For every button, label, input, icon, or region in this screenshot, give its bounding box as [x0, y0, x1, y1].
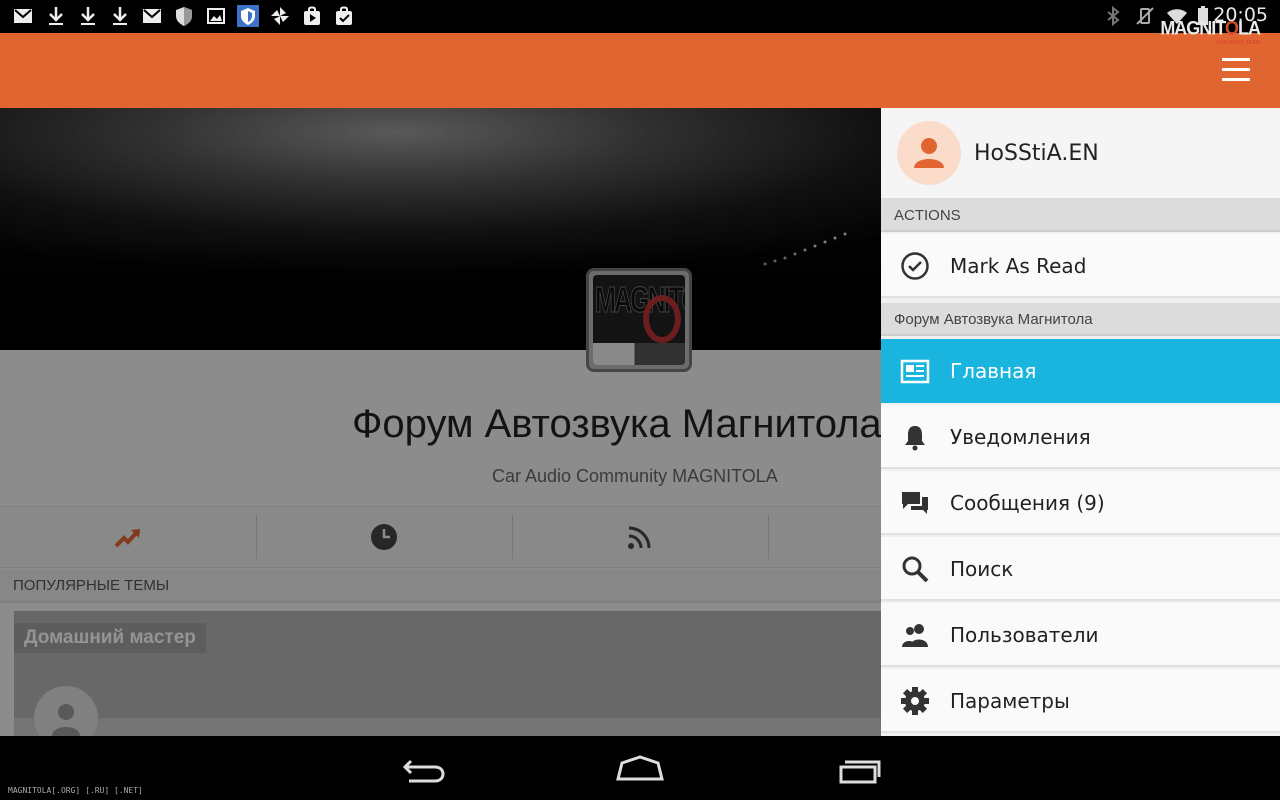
status-bar: 20:05: [0, 0, 1280, 33]
bluetooth-icon: [1102, 5, 1124, 27]
bell-icon: [899, 421, 931, 453]
chat-bubbles-icon: [899, 487, 931, 519]
pinwheel-icon: [269, 5, 291, 27]
watermark-sub: CAR AUDIO TEAM: [1216, 40, 1260, 46]
footer-caption: MAGNITOLA[.ORG] [.RU] [.NET]: [8, 786, 143, 795]
check-circle-icon: [899, 250, 931, 282]
user-icon: [914, 138, 944, 168]
store-update-icon: [333, 5, 355, 27]
drawer-item-messages[interactable]: Сообщения (9): [881, 471, 1280, 535]
download-icon: [109, 5, 131, 27]
gmail-icon: [141, 5, 163, 27]
drawer-scrim[interactable]: [0, 108, 881, 736]
drawer-item-settings[interactable]: Параметры: [881, 669, 1280, 733]
forum-section-label: Форум Автозвука Магнитола: [894, 311, 1093, 328]
navigation-drawer: HoSStiA.EN ACTIONS Mark As Read Форум Ав…: [881, 108, 1280, 736]
download-icon: [77, 5, 99, 27]
user-profile[interactable]: HoSStiA.EN: [881, 108, 1280, 199]
drawer-item-home[interactable]: Главная: [881, 339, 1280, 403]
forum-section-header: Форум Автозвука Магнитола: [881, 303, 1280, 336]
hamburger-menu-icon[interactable]: [1222, 58, 1250, 82]
actions-header: ACTIONS: [881, 199, 1280, 232]
actions-header-label: ACTIONS: [894, 207, 961, 224]
users-icon: [899, 619, 931, 651]
app-bar: [0, 33, 1280, 108]
newspaper-icon: [899, 355, 931, 387]
shield-badge-icon: [237, 5, 259, 27]
drawer-item-label: Пользователи: [950, 623, 1099, 647]
drawer-item-label: Главная: [950, 359, 1037, 383]
shield-icon: [173, 5, 195, 27]
username: HoSStiA.EN: [974, 141, 1099, 166]
drawer-item-label: Параметры: [950, 689, 1070, 713]
gear-icon: [899, 685, 931, 717]
vibrate-icon: [1134, 5, 1156, 27]
watermark-logo: MAGNITOLA: [1160, 16, 1261, 39]
drawer-item-label: Поиск: [950, 557, 1014, 581]
drawer-item-label: Сообщения (9): [950, 491, 1105, 515]
drawer-item-label: Уведомления: [950, 425, 1091, 449]
search-icon: [899, 553, 931, 585]
avatar: [897, 121, 961, 185]
download-icon: [45, 5, 67, 27]
back-icon[interactable]: [394, 750, 454, 790]
play-store-icon: [301, 5, 323, 27]
drawer-item-notifications[interactable]: Уведомления: [881, 405, 1280, 469]
mark-as-read-button[interactable]: Mark As Read: [881, 234, 1280, 298]
mark-as-read-label: Mark As Read: [950, 254, 1087, 278]
home-icon[interactable]: [610, 750, 670, 790]
drawer-item-search[interactable]: Поиск: [881, 537, 1280, 601]
drawer-item-users[interactable]: Пользователи: [881, 603, 1280, 667]
recent-apps-icon[interactable]: [828, 750, 888, 790]
system-nav-bar: MAGNITOLA[.ORG] [.RU] [.NET]: [0, 736, 1280, 800]
image-icon: [205, 5, 227, 27]
gmail-icon: [12, 5, 34, 27]
